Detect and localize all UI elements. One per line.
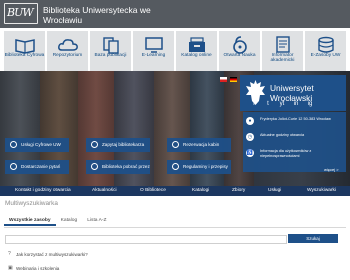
quick-button-biblioteka-pobrac[interactable]: Biblioteka pobrać przez xyxy=(86,160,150,174)
nav-item-zbiory[interactable]: Zbiory xyxy=(232,186,245,196)
digital-icon xyxy=(10,141,17,149)
tile-e-learning[interactable]: E-Learning xyxy=(133,31,174,71)
nav-item-aktualnosci[interactable]: Aktualności xyxy=(92,186,117,196)
search-button[interactable]: Szukaj xyxy=(288,234,338,243)
quick-button-rezerwacja[interactable]: Rezerwacja kabin xyxy=(167,138,231,152)
nav-item-uslugi[interactable]: Usługi xyxy=(268,186,281,196)
cloud-icon xyxy=(57,39,78,51)
facebook-icon[interactable]: f xyxy=(250,100,258,108)
site-title-line2[interactable]: Wrocławiu xyxy=(43,15,82,25)
tile-otwarta-nauka[interactable]: Otwarta Nauka xyxy=(219,31,260,71)
main-navigation: Kontakt i godziny otwarcia Aktualności O… xyxy=(0,186,350,196)
chat-icon xyxy=(91,141,98,149)
search-tabs: Wszystkie zasoby Katalog Lista A-Z xyxy=(4,216,112,226)
delivery-icon xyxy=(10,163,17,171)
tile-label: Repozytorium xyxy=(52,53,83,58)
linkedin-icon[interactable]: in xyxy=(292,100,300,108)
tab-wszystkie-zasoby[interactable]: Wszystkie zasoby xyxy=(4,216,56,226)
tab-lista-a-z[interactable]: Lista A-Z xyxy=(82,216,111,226)
search-section-title: Multiwyszukiwarka xyxy=(5,200,58,207)
flag-pl-icon[interactable] xyxy=(220,77,227,82)
info-opening-hours[interactable]: ◷ Aktualne godziny otwarcia xyxy=(246,133,340,141)
webinar-link[interactable]: ▣ Webinaria i szkolenia xyxy=(8,266,59,271)
info-accessibility[interactable]: ♿ Informacja dla użytkowników z niepełno… xyxy=(246,149,340,159)
tile-e-zasoby-uw[interactable]: E-Zasoby UW xyxy=(305,31,346,71)
site-title-line1[interactable]: Biblioteka Uniwersytecka we xyxy=(43,5,151,15)
clock-icon: ◷ xyxy=(246,133,254,141)
nav-item-o-bibliotece[interactable]: O Bibliotece xyxy=(140,186,166,196)
youtube-icon[interactable]: yt xyxy=(278,100,286,108)
publications-icon xyxy=(102,37,119,54)
rules-icon xyxy=(172,163,179,171)
info-panel: ● Fryderyka Joliot-Curie 12 50-383 Wrocł… xyxy=(243,112,346,172)
social-links: f t yt in ig xyxy=(250,100,314,108)
download-icon xyxy=(91,163,98,171)
tile-katalog-online[interactable]: Katalog online xyxy=(176,31,217,71)
book-open-icon xyxy=(14,39,35,54)
help-link[interactable]: ? Jak korzystać z multiwyszukiwarki? xyxy=(8,252,88,257)
tile-label: Baza publikacji xyxy=(94,53,127,58)
library-logo[interactable]: BUW xyxy=(4,3,38,24)
instagram-icon[interactable]: ig xyxy=(306,100,314,108)
help-icon: ? xyxy=(8,251,11,258)
tile-label: Biblioteka Cyfrowa xyxy=(4,53,45,58)
location-icon: ● xyxy=(246,117,254,125)
quick-button-regulaminy[interactable]: Regulaminy i przepisy xyxy=(167,160,231,174)
monitor-icon xyxy=(144,37,163,53)
quick-button-dostarczanie[interactable]: Dostarczanie pytań xyxy=(5,160,69,174)
catalog-box-icon xyxy=(188,37,205,52)
tile-label: E-Learning xyxy=(141,53,166,58)
logo-text: BUW xyxy=(7,6,34,19)
nav-item-kontakt[interactable]: Kontakt i godziny otwarcia xyxy=(15,186,71,196)
calendar-icon xyxy=(172,141,179,149)
tile-baza-publikacji[interactable]: Baza publikacji xyxy=(90,31,131,71)
tile-label: Informator akademicki xyxy=(270,53,295,64)
quick-button-zapytaj[interactable]: Zapytaj bibliotekarza xyxy=(86,138,150,152)
lock-icon xyxy=(232,36,247,54)
quick-button-uslugi-cyfrowe[interactable]: Usługi Cyfrowe UW xyxy=(5,138,69,152)
tile-label: Katalog online xyxy=(181,53,212,58)
tile-biblioteka-cyfrowa[interactable]: Biblioteka Cyfrowa xyxy=(4,31,45,71)
twitter-icon[interactable]: t xyxy=(264,100,272,108)
tab-divider xyxy=(4,227,346,228)
flag-de-icon[interactable] xyxy=(230,77,237,82)
nav-item-wyszukiwarki[interactable]: Wyszukiwarki xyxy=(307,186,336,196)
more-link[interactable]: więcej > xyxy=(324,167,339,172)
document-icon xyxy=(275,36,290,53)
tile-informator-akademicki[interactable]: Informator akademicki xyxy=(262,31,303,71)
site-header: BUW Biblioteka Uniwersytecka we Wrocławi… xyxy=(0,0,350,28)
tile-label: E-Zasoby UW xyxy=(310,53,341,58)
webinar-icon: ▣ xyxy=(8,265,13,272)
search-input[interactable] xyxy=(5,235,287,244)
university-name-line1: Uniwersytet xyxy=(270,83,314,93)
tab-katalog[interactable]: Katalog xyxy=(56,216,83,226)
accessibility-icon: ♿ xyxy=(246,149,254,157)
database-icon xyxy=(317,36,334,53)
nav-item-katalogi[interactable]: Katalogi xyxy=(192,186,209,196)
tile-repozytorium[interactable]: Repozytorium xyxy=(47,31,88,71)
info-address: ● Fryderyka Joliot-Curie 12 50-383 Wrocł… xyxy=(246,117,340,125)
tile-label: Otwarta Nauka xyxy=(223,53,256,58)
